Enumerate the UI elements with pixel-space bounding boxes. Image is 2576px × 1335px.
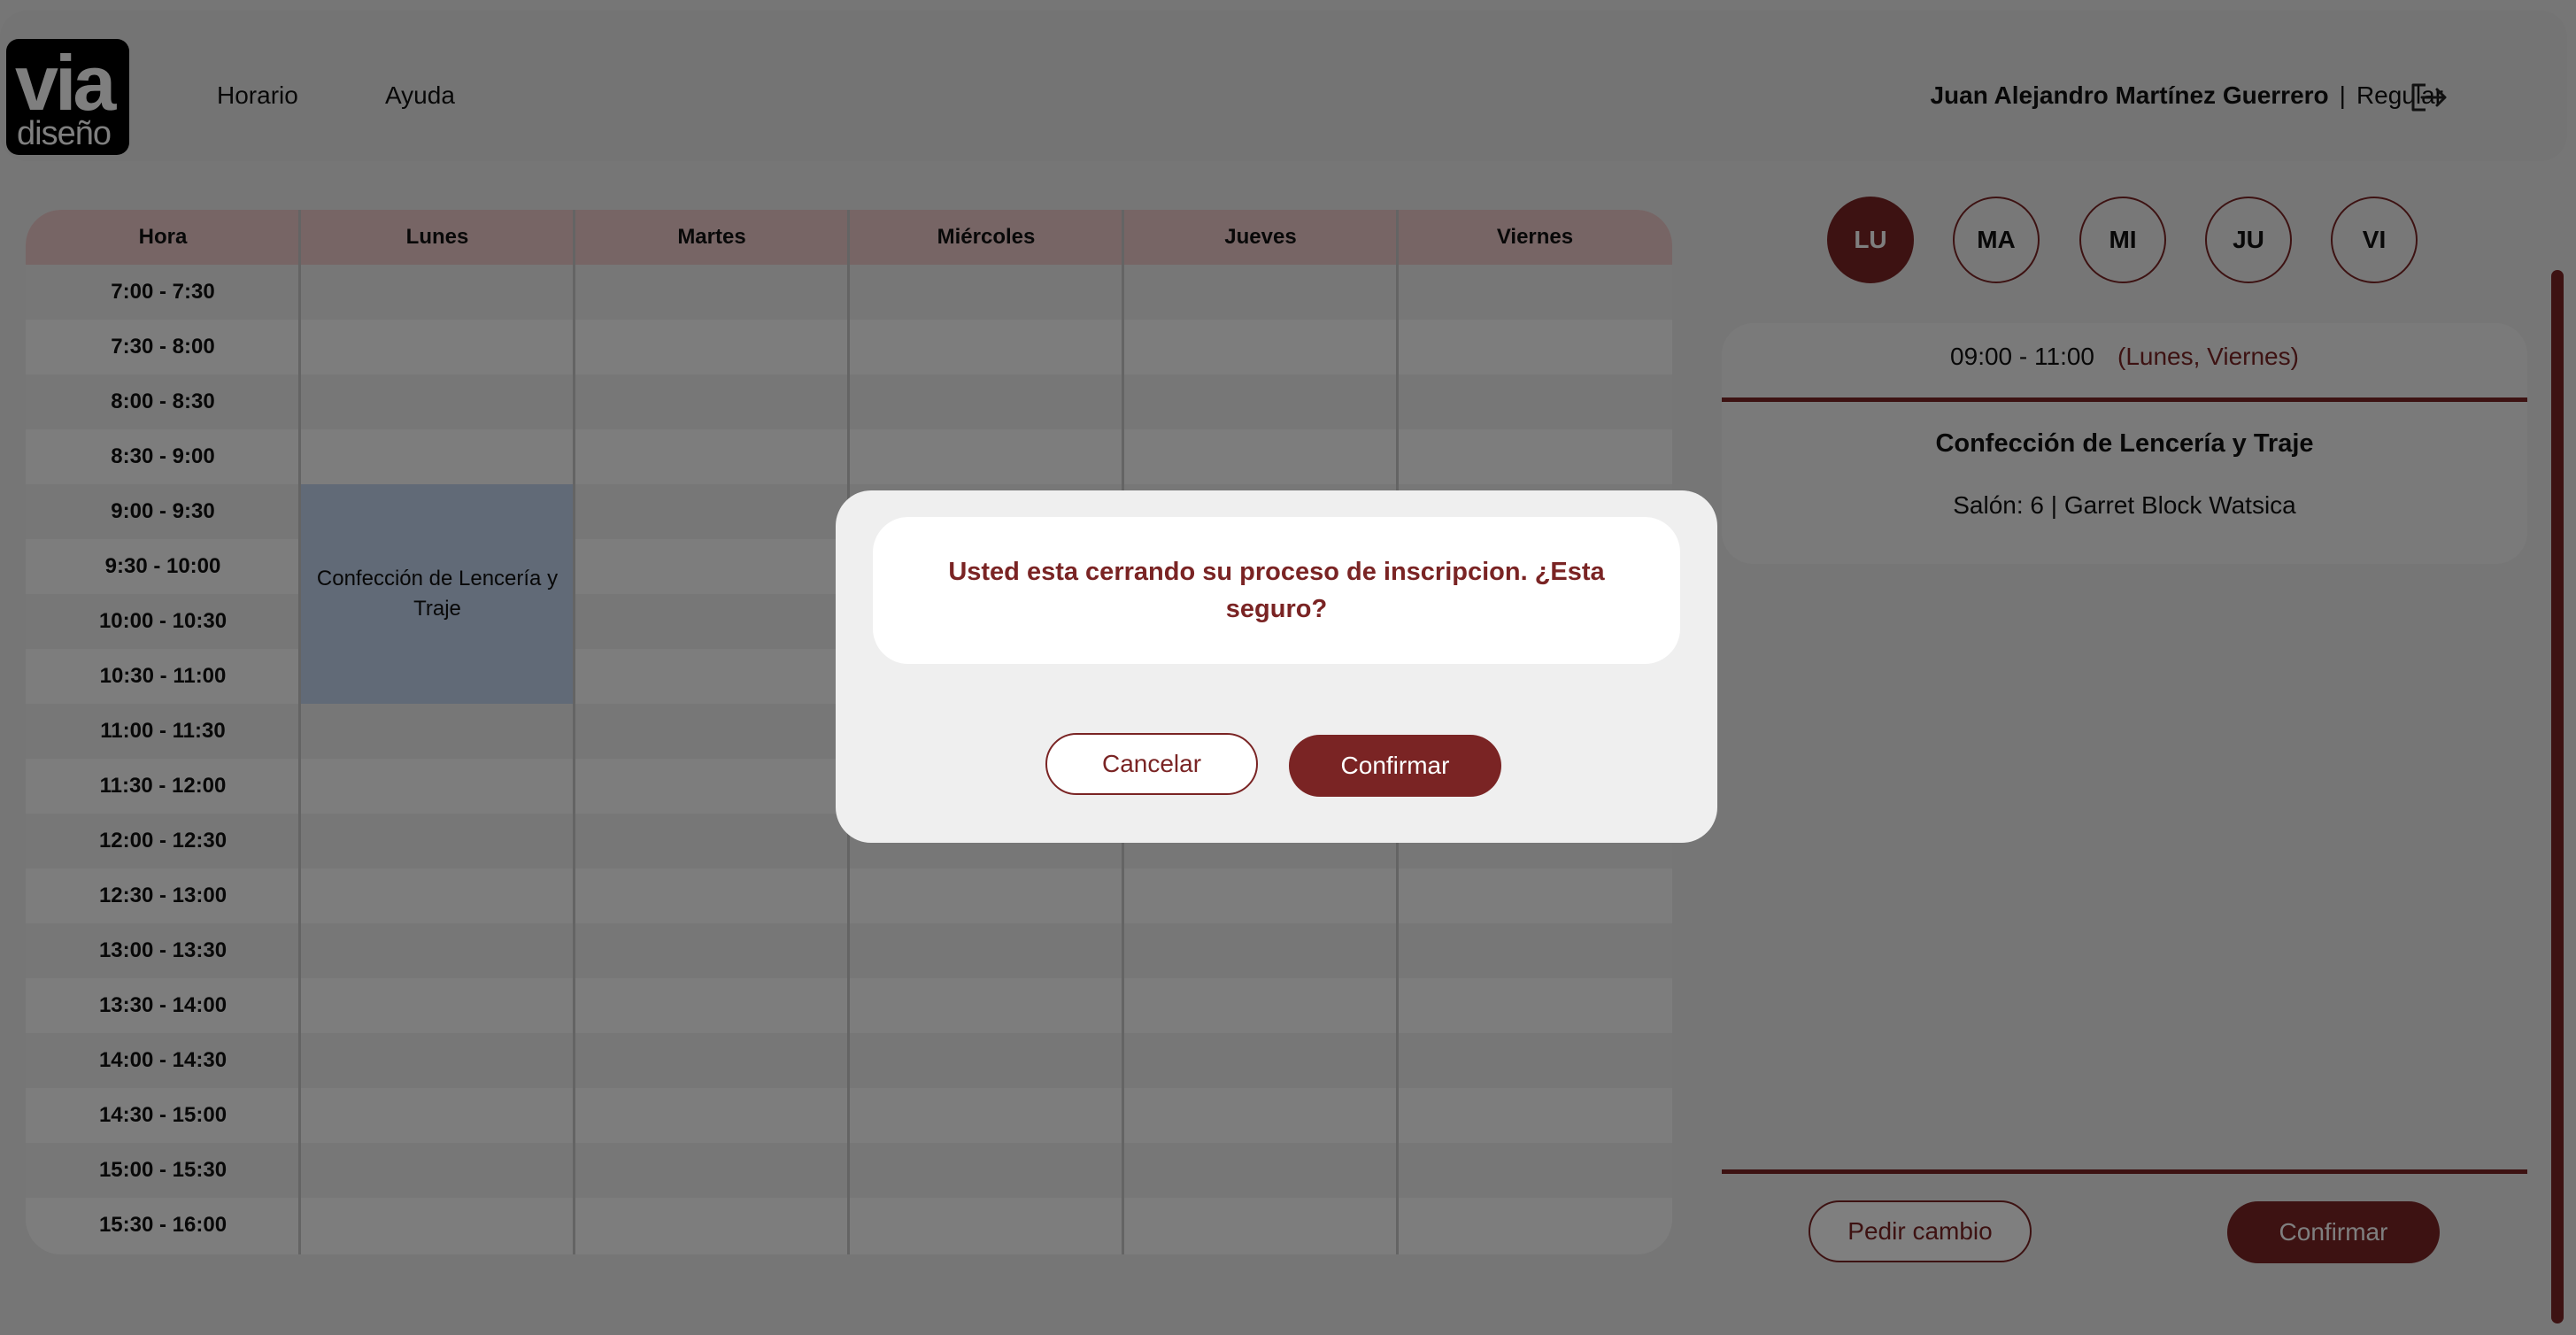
dialog-message: Usted esta cerrando su proceso de inscri… (948, 558, 1605, 623)
dialog-message-box: Usted esta cerrando su proceso de inscri… (873, 517, 1680, 664)
confirmation-dialog: Usted esta cerrando su proceso de inscri… (836, 490, 1717, 843)
dialog-cancel-button[interactable]: Cancelar (1045, 733, 1258, 795)
dialog-confirm-button[interactable]: Confirmar (1289, 735, 1501, 797)
